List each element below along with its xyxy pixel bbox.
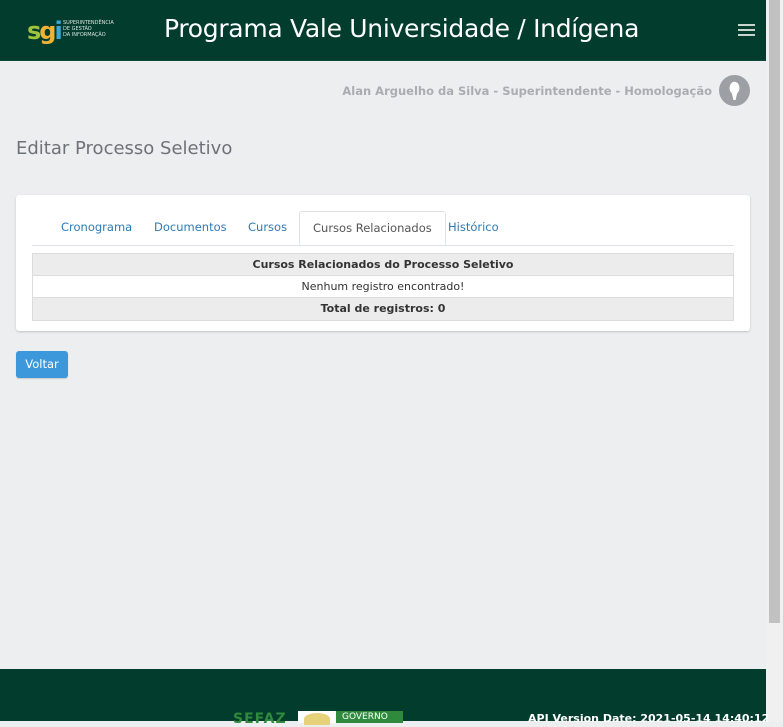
government-logo-text: GOVERNO <box>336 711 403 723</box>
tab-cursos[interactable]: Cursos <box>235 211 300 244</box>
tab-cursos-relacionados[interactable]: Cursos Relacionados <box>299 211 446 245</box>
tab-cronograma[interactable]: Cronograma <box>48 211 145 244</box>
tab-bar: Cronograma Documentos Cursos Cursos Rela… <box>32 211 734 246</box>
app-footer: SEFAZ GOVERNO API Version Date: 2021-05-… <box>0 669 769 727</box>
sgi-logo[interactable]: sgi SUPERINTENDÊNCIA DE GESTÃO DA INFORM… <box>27 16 127 46</box>
government-logo: GOVERNO <box>298 711 403 725</box>
table-header: Cursos Relacionados do Processo Seletivo <box>33 254 733 276</box>
sefaz-logo: SEFAZ <box>233 711 287 727</box>
page-title: Editar Processo Seletivo <box>16 138 233 159</box>
back-button[interactable]: Voltar <box>16 351 68 378</box>
scrollbar-thumb[interactable] <box>769 0 780 623</box>
government-seal-icon <box>304 713 330 725</box>
tab-documentos[interactable]: Documentos <box>141 211 240 244</box>
table-footer-total: Total de registros: 0 <box>33 298 733 320</box>
sgi-logo-text: SUPERINTENDÊNCIA DE GESTÃO DA INFORMAÇÃO <box>63 20 114 38</box>
user-avatar-icon[interactable] <box>719 75 750 106</box>
content-card: Cronograma Documentos Cursos Cursos Rela… <box>16 195 750 331</box>
hamburger-menu-icon[interactable] <box>738 24 755 36</box>
related-courses-table: Cursos Relacionados do Processo Seletivo… <box>32 253 734 321</box>
sgi-logo-mark: sgi <box>27 17 63 45</box>
api-version-date: API Version Date: 2021-05-14 14:40:12 <box>528 712 770 725</box>
user-info: Alan Arguelho da Silva - Superintendente… <box>342 84 712 98</box>
vertical-scrollbar[interactable] <box>766 0 783 721</box>
table-empty-message: Nenhum registro encontrado! <box>33 276 733 298</box>
app-title: Programa Vale Universidade / Indígena <box>164 14 640 43</box>
app-header: sgi SUPERINTENDÊNCIA DE GESTÃO DA INFORM… <box>0 0 766 61</box>
tab-historico[interactable]: Histórico <box>435 211 512 244</box>
